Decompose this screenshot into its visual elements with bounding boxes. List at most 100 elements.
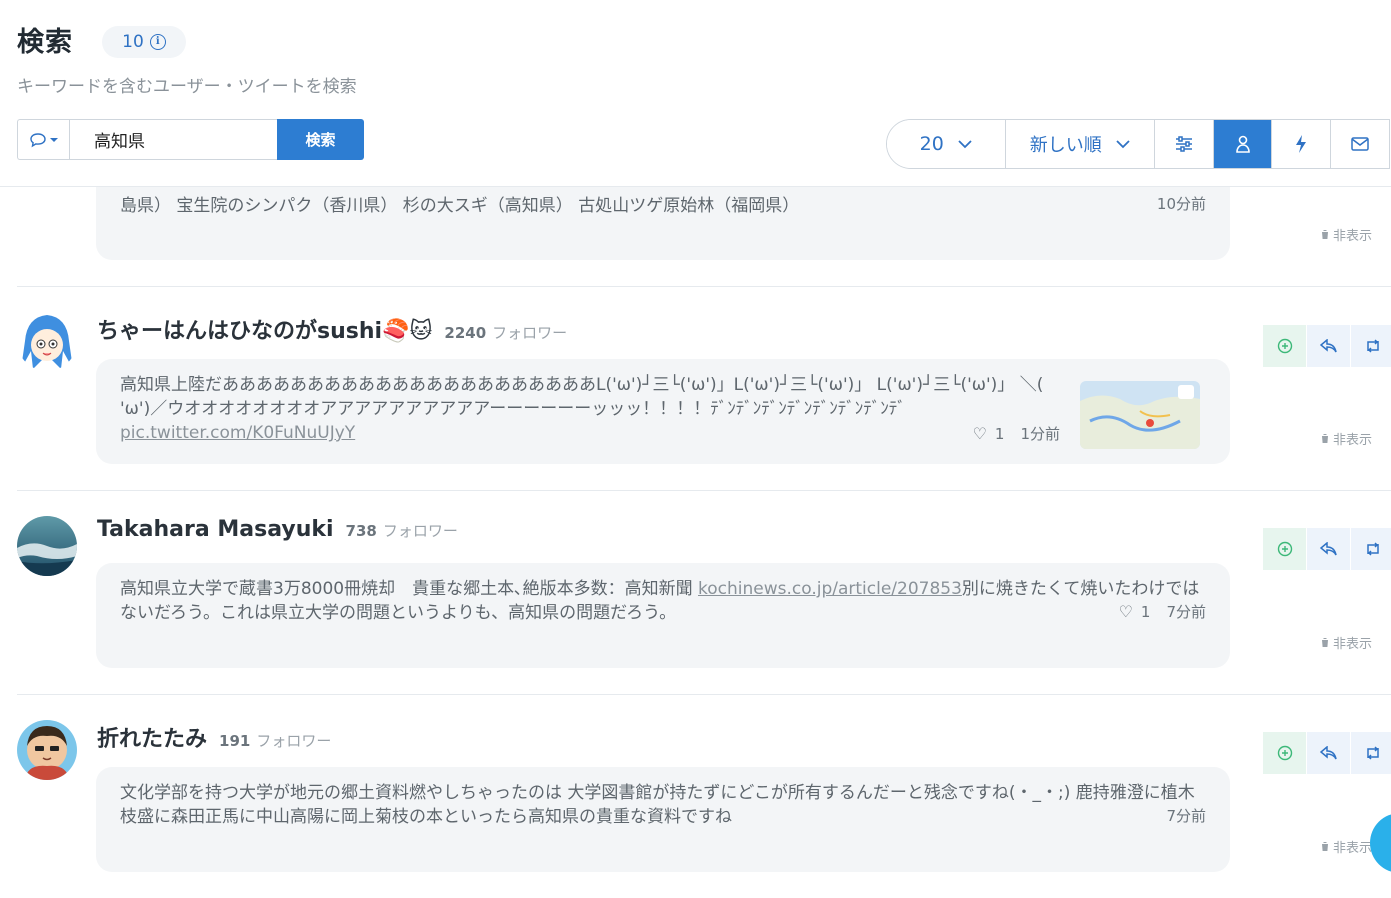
follower-label: フォロワー	[382, 522, 458, 540]
reply-button[interactable]	[1307, 732, 1350, 774]
tweet-text: 文化学部を持つ大学が地元の郷土資料燃やしちゃったのは 大学図書館が持たずにどこが…	[120, 783, 1195, 827]
mail-icon	[1351, 137, 1369, 151]
floating-action-button[interactable]	[1370, 813, 1391, 873]
search-input[interactable]	[69, 119, 278, 160]
follower-label: フォロワー	[492, 324, 568, 342]
tweet-card: 高知県立大学で蔵書3万8000冊焼却 貴重な郷土本､絶版本多数：高知新聞 koc…	[96, 563, 1230, 668]
per-page-dropdown[interactable]: 20	[887, 120, 1005, 168]
reply-icon	[1319, 746, 1337, 760]
caret-down-icon	[50, 137, 58, 142]
tweet-text: 高知県上陸だああああああああああああああああああああああL('ω')┘三└('ω…	[120, 375, 1044, 419]
message-button[interactable]	[1330, 120, 1389, 168]
reply-icon	[1319, 339, 1337, 353]
hide-label: 非表示	[1333, 229, 1373, 244]
tweet-time: 1分前	[1020, 425, 1060, 443]
heart-icon[interactable]: ♡	[1119, 600, 1133, 624]
tweet-body: 高知県立大学で蔵書3万8000冊焼却 貴重な郷土本､絶版本多数：高知新聞 koc…	[120, 577, 1206, 625]
search-button[interactable]: 検索	[277, 119, 364, 160]
hide-button[interactable]: 非表示	[1320, 633, 1372, 652]
tweet-link[interactable]: pic.twitter.com/K0FuNuUJyY	[120, 423, 355, 443]
follow-button[interactable]	[1263, 732, 1306, 774]
sliders-icon	[1175, 136, 1192, 152]
hide-label: 非表示	[1333, 841, 1373, 856]
like-count: 1	[994, 425, 1005, 443]
retweet-button[interactable]	[1351, 732, 1391, 774]
retweet-button[interactable]	[1351, 325, 1391, 367]
plus-circle-icon	[1277, 338, 1292, 354]
user-name[interactable]: ちゃーはんはひなのがsushi🍣🐱	[97, 313, 432, 345]
tweet-text: 高知県立大学で蔵書3万8000冊焼却 貴重な郷土本､絶版本多数：高知新聞	[120, 579, 698, 599]
hide-label: 非表示	[1333, 637, 1373, 652]
tweet-actions	[1263, 732, 1391, 774]
search-type-dropdown[interactable]	[17, 119, 69, 160]
tweet-actions	[1263, 325, 1391, 367]
user-name[interactable]: 折れたたみ	[97, 721, 207, 753]
retweet-icon	[1366, 542, 1379, 556]
tweet-time: 7分前	[1166, 603, 1206, 621]
tweet-card: 文化学部を持つ大学が地元の郷土資料燃やしちゃったのは 大学図書館が持たずにどこが…	[96, 767, 1230, 872]
follow-button[interactable]	[1263, 325, 1306, 367]
user-name-row: 折れたたみ 191 フォロワー	[97, 721, 331, 753]
tweet-card: 高知県上陸だああああああああああああああああああああああL('ω')┘三└('ω…	[96, 359, 1230, 464]
plus-circle-icon	[1277, 745, 1292, 761]
realtime-button[interactable]	[1271, 120, 1331, 168]
user-name-row: ちゃーはんはひなのがsushi🍣🐱 2240 フォロワー	[97, 313, 567, 345]
follower-count: 738	[345, 522, 377, 540]
follower-count: 191	[219, 732, 251, 750]
tweet-actions	[1263, 528, 1391, 570]
sort-dropdown[interactable]: 新しい順	[1004, 120, 1154, 168]
retweet-icon	[1366, 339, 1379, 353]
sort-value: 新しい順	[1029, 135, 1102, 156]
result-toolbar: 20 新しい順	[886, 119, 1390, 169]
heart-icon[interactable]: ♡	[973, 422, 987, 446]
page-subtitle: キーワードを含むユーザー・ツイートを検索	[17, 77, 357, 97]
reply-icon	[1319, 542, 1337, 556]
follow-button[interactable]	[1263, 528, 1306, 570]
plus-circle-icon	[1277, 541, 1292, 557]
avatar[interactable]	[17, 311, 77, 371]
tweet-link[interactable]: kochinews.co.jp/article/207853	[698, 579, 962, 599]
tweet-meta: ♡ 1 1分前	[973, 422, 1060, 446]
hide-label: 非表示	[1333, 433, 1373, 448]
retweet-button[interactable]	[1351, 528, 1391, 570]
user-name[interactable]: Takahara Masayuki	[97, 517, 334, 542]
trash-icon	[1321, 638, 1329, 647]
trash-icon	[1321, 434, 1329, 443]
follower-count: 2240	[444, 324, 487, 342]
trash-icon	[1321, 842, 1329, 851]
page-title: 検索	[17, 27, 73, 58]
tweet-time: 10分前	[1156, 195, 1206, 213]
user-filter-button[interactable]	[1212, 120, 1272, 168]
retweet-icon	[1366, 746, 1379, 760]
user-icon	[1235, 135, 1250, 153]
avatar[interactable]	[17, 516, 77, 576]
user-name-row: Takahara Masayuki 738 フォロワー	[97, 517, 458, 542]
hide-button[interactable]: 非表示	[1320, 837, 1372, 856]
reply-button[interactable]	[1307, 528, 1350, 570]
info-icon[interactable]: i	[149, 34, 166, 50]
result-count-badge: 10 i	[102, 26, 186, 58]
tweet-image-thumbnail[interactable]	[1080, 381, 1200, 449]
tweet-body: 高知県上陸だああああああああああああああああああああああL('ω')┘三└('ω…	[120, 373, 1060, 445]
tweet-meta: 10分前	[1157, 192, 1206, 216]
result-count: 10	[122, 32, 144, 52]
tweet-meta: ♡ 1 7分前	[1119, 600, 1206, 624]
header-divider	[0, 186, 1391, 187]
row-divider	[17, 490, 1391, 491]
chevron-down-icon	[958, 139, 972, 148]
row-divider	[17, 694, 1391, 695]
trash-icon	[1321, 230, 1329, 239]
like-count: 1	[1140, 603, 1151, 621]
row-divider	[17, 286, 1391, 287]
per-page-value: 20	[919, 133, 944, 155]
hide-button[interactable]: 非表示	[1320, 225, 1372, 244]
follower-label: フォロワー	[256, 732, 332, 750]
speech-bubble-icon	[30, 132, 46, 147]
filter-button[interactable]	[1153, 120, 1213, 168]
avatar[interactable]	[17, 720, 77, 780]
chevron-down-icon	[1116, 139, 1130, 148]
hide-button[interactable]: 非表示	[1320, 429, 1372, 448]
tweet-meta: 7分前	[1166, 804, 1206, 828]
lightning-icon	[1296, 135, 1307, 153]
reply-button[interactable]	[1307, 325, 1350, 367]
